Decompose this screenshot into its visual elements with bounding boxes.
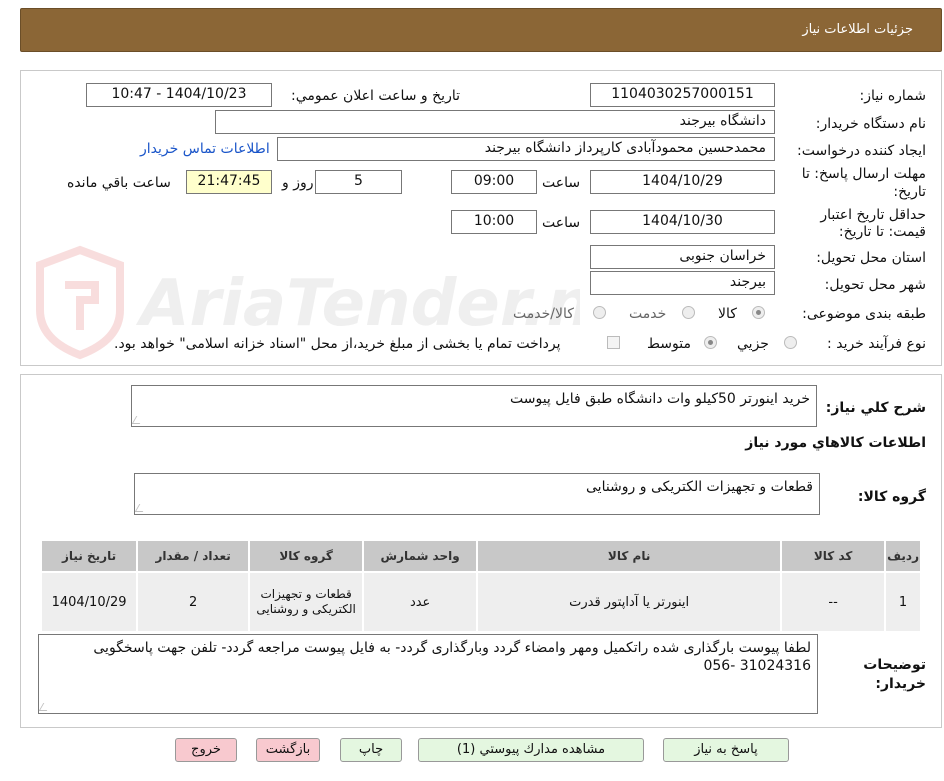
col-qty: تعداد / مقدار [136,539,251,573]
category-radio-service[interactable] [682,306,695,319]
cell-qty: 2 [136,571,251,633]
category-option-goods: كالا [718,306,737,322]
deadline-time-label: ساعت [542,175,581,191]
process-option-minor: جزيي [737,336,769,352]
cell-code: -- [780,571,887,633]
payment-note: پرداخت تمام يا بخشی از مبلغ خريد،از محل … [114,336,561,352]
validity-label: حداقل تاريخ اعتبار [820,207,926,223]
resize-grip-icon [131,416,145,424]
description-text: خرید اینورتر 50کیلو وات دانشگاه طبق فایل… [510,391,810,407]
buyer-org-field: دانشگاه بیرجند [215,110,775,134]
days-remaining-field: 5 [315,170,402,194]
goods-group-label: گروه كالا: [857,489,926,505]
process-radio-medium[interactable] [704,336,717,349]
goods-group-text: قطعات و تجهیزات الکتریکی و روشنایی [586,479,813,495]
table-row: 1 -- اینورتر یا آداپتور قدرت عدد قطعات و… [39,571,922,633]
buyer-notes-text: لطفا پیوست بارگذاری شده راتکمیل ومهر وام… [93,640,811,674]
deadline-date-field: 1404/10/29 [590,170,775,194]
view-attachments-button[interactable]: مشاهده مدارك پيوستي (1) [418,738,644,762]
buyer-notes-label: توضيحات [863,657,926,673]
validity-time-label: ساعت [542,215,581,231]
buyer-notes-textarea: لطفا پیوست بارگذاری شده راتکمیل ومهر وام… [38,634,818,714]
remaining-label: ساعت باقي مانده [67,175,171,191]
deadline-label-2: تاریخ: [893,184,926,200]
cell-name: اینورتر یا آداپتور قدرت [476,571,783,633]
need-number-field: 1104030257000151 [590,83,775,107]
cell-date: 1404/10/29 [39,571,139,633]
page-header: جزئیات اطلاعات نیاز [20,8,942,52]
cell-group: قطعات و تجهیزات الکتریکی و روشنایی [248,571,365,633]
treasury-checkbox[interactable] [607,336,620,349]
cell-row: 1 [884,571,922,633]
table-header-row: رديف كد كالا نام كالا واحد شمارش گروه كا… [39,539,922,573]
validity-time-field: 10:00 [451,210,537,234]
col-date: تاريخ نياز [39,539,139,573]
goods-group-textarea: قطعات و تجهیزات الکتریکی و روشنایی [134,473,820,515]
deadline-label: مهلت ارسال پاسخ: تا [801,166,926,182]
buyer-contact-link[interactable]: اطلاعات تماس خریدار [140,141,270,157]
col-name: نام كالا [476,539,783,573]
process-label: نوع فرآيند خريد : [827,336,926,352]
col-group: گروه كالا [248,539,365,573]
validity-date-field: 1404/10/30 [590,210,775,234]
validity-label-2: قيمت: تا تاريخ: [838,224,926,240]
announce-label: تاریخ و ساعت اعلان عمومي: [291,88,460,104]
province-field: خراسان جنوبی [590,245,775,269]
back-button[interactable]: بازگشت [256,738,320,762]
exit-button[interactable]: خروج [175,738,237,762]
days-label: روز و [282,175,314,191]
col-code: كد كالا [780,539,887,573]
category-radio-goods[interactable] [752,306,765,319]
goods-table: رديف كد كالا نام كالا واحد شمارش گروه كا… [39,539,922,633]
cell-unit: عدد [362,571,479,633]
category-option-service: خدمت [629,306,667,322]
col-unit: واحد شمارش [362,539,479,573]
province-label: استان محل تحويل: [816,250,926,266]
description-label: شرح كلي نياز: [825,400,926,416]
creator-field: محمدحسین محمودآبادی کارپرداز دانشگاه بیر… [277,137,775,161]
goods-section-title: اطلاعات كالاهاي مورد نياز [745,435,926,451]
col-row: رديف [884,539,922,573]
category-label: طبقه بندی موضوعی: [802,306,926,322]
print-button[interactable]: چاپ [340,738,402,762]
deadline-time-field: 09:00 [451,170,537,194]
creator-label: ايجاد كننده درخواست: [797,143,926,159]
process-option-medium: متوسط [647,336,691,352]
need-number-label: شماره نیاز: [859,88,927,104]
category-radio-goods-service[interactable] [593,306,606,319]
resize-grip-icon [134,504,148,512]
city-label: شهر محل تحويل: [824,277,926,293]
resize-grip-icon [38,703,52,711]
buyer-notes-label-2: خريدار: [875,676,926,692]
announce-datetime-field: 1404/10/23 - 10:47 [86,83,272,107]
page-title: جزئیات اطلاعات نیاز [802,22,913,37]
reply-button[interactable]: پاسخ به نياز [663,738,789,762]
category-option-goods-service: كالا/خدمت [513,306,574,322]
remaining-time-field: 21:47:45 [186,170,272,194]
city-field: بیرجند [590,271,775,295]
description-textarea: خرید اینورتر 50کیلو وات دانشگاه طبق فایل… [131,385,817,427]
process-radio-minor[interactable] [784,336,797,349]
buyer-org-label: نام دستگاه خريدار: [815,116,926,132]
